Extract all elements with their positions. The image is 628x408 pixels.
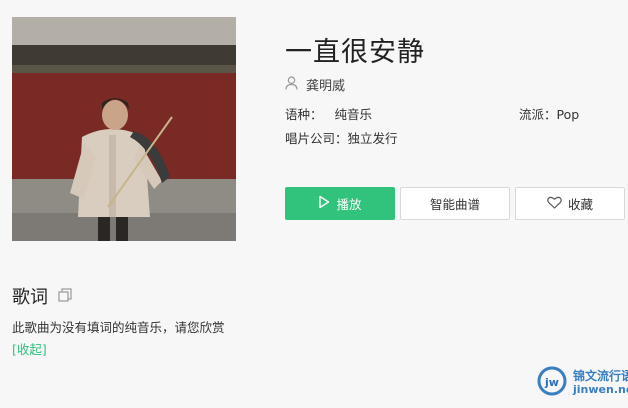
album-cover (12, 17, 236, 241)
user-icon (285, 75, 298, 94)
record-label-label: 唱片公司： (285, 131, 348, 146)
genre-label: 流派： (519, 107, 557, 122)
language-label: 语种： (285, 107, 323, 122)
watermark-cn: 锦文流行语 (573, 369, 628, 383)
artist-row[interactable]: 龚明威 (285, 75, 345, 94)
favorite-button[interactable]: 收藏 (515, 187, 625, 220)
play-button[interactable]: 播放 (285, 187, 395, 220)
lyrics-heading-text: 歌词 (12, 287, 48, 308)
lyrics-heading: 歌词 (12, 283, 72, 309)
language-info: 语种： 纯音乐 (285, 104, 372, 123)
genre-info: 流派：Pop (519, 104, 579, 123)
record-label-info: 唱片公司：独立发行 (285, 128, 398, 147)
play-icon (318, 195, 330, 212)
artist-name[interactable]: 龚明威 (306, 75, 345, 94)
lyrics-content: 此歌曲为没有填词的纯音乐，请您欣赏 (12, 320, 225, 335)
smart-score-button[interactable]: 智能曲谱 (400, 187, 510, 220)
album-cover-image (12, 17, 236, 241)
collapse-link[interactable]: [收起] (12, 339, 47, 358)
favorite-label: 收藏 (567, 197, 593, 212)
watermark-url: jinwen.net (573, 383, 628, 396)
language-value[interactable]: 纯音乐 (335, 107, 373, 122)
song-title: 一直很安静 (285, 37, 425, 68)
record-label-value: 独立发行 (347, 131, 398, 146)
svg-text:jw: jw (544, 376, 559, 389)
watermark: jw 锦文流行语 jinwen.net (535, 366, 628, 400)
watermark-logo-icon: jw (535, 366, 569, 400)
copy-icon[interactable] (58, 286, 72, 307)
play-label: 播放 (336, 197, 362, 212)
genre-value[interactable]: Pop (557, 107, 580, 122)
smart-score-label: 智能曲谱 (429, 197, 480, 212)
heart-icon (547, 196, 562, 212)
